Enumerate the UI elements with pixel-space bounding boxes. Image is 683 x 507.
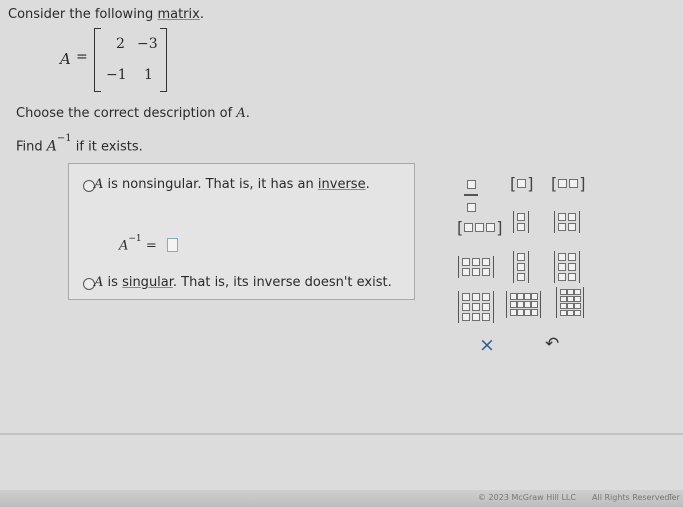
right-bracket xyxy=(160,28,167,92)
matrix-1x1-button[interactable]: [] xyxy=(510,173,534,193)
matrix-cell: 1 xyxy=(144,67,153,83)
inverse-var: A xyxy=(119,238,129,254)
matrix-cell: 2 xyxy=(116,36,125,52)
left-bracket xyxy=(94,28,101,92)
matrix-cell: −1 xyxy=(106,67,127,83)
undo-button[interactable]: ↶ xyxy=(545,334,559,354)
clear-button[interactable]: × xyxy=(479,334,495,356)
fraction-bar-icon xyxy=(464,194,478,196)
footer-bar: © 2023 McGraw Hill LLC All Rights Reserv… xyxy=(0,490,683,507)
inverse-expression: A−1 = xyxy=(119,234,157,254)
find-line: Find A−1 if it exists. xyxy=(16,133,143,155)
nonsingular-option[interactable]: A is nonsingular. That is, it has an inv… xyxy=(94,177,370,192)
nonsingular-var: A xyxy=(94,177,104,192)
singular-option[interactable]: A is singular. That is, its inverse does… xyxy=(94,275,392,290)
rights-text: All Rights Reserved xyxy=(592,493,670,502)
answer-panel: A is nonsingular. That is, it has an inv… xyxy=(68,163,415,300)
matrix-4x3-button[interactable] xyxy=(556,287,584,318)
matrix-2x2-button[interactable] xyxy=(554,211,580,233)
prompt-text: Consider the following xyxy=(8,7,154,22)
fraction-button[interactable] xyxy=(464,174,478,216)
terms-link[interactable]: Ter xyxy=(668,493,680,502)
inverse-link[interactable]: inverse xyxy=(318,177,366,192)
singular-pre: is xyxy=(103,275,118,290)
denominator-icon xyxy=(466,202,476,212)
prompt-end: . xyxy=(199,7,204,22)
find-exp: −1 xyxy=(56,133,72,144)
matrix-1x2-button[interactable]: [] xyxy=(551,173,586,193)
matrix-a: A = 2 −3 −1 1 xyxy=(60,28,180,92)
matrix-3x2-button[interactable] xyxy=(554,251,580,283)
matrix-3x1-button[interactable] xyxy=(513,251,529,283)
matrix-1x3-button[interactable]: [] xyxy=(457,217,503,237)
inverse-answer-input[interactable] xyxy=(167,238,178,252)
page-divider xyxy=(0,433,683,435)
matrix-2x1-button[interactable] xyxy=(513,211,529,233)
find-suffix: if it exists. xyxy=(75,139,143,155)
matrix-name: A xyxy=(60,50,71,68)
numerator-icon xyxy=(466,180,476,189)
matrix-3x4-button[interactable] xyxy=(506,291,541,318)
matrix-cell: −3 xyxy=(137,36,158,52)
find-prefix: Find xyxy=(16,139,43,155)
nonsingular-end: . xyxy=(365,177,370,192)
matrix-equals: = xyxy=(76,49,88,65)
singular-var: A xyxy=(94,275,104,290)
copyright-text: © 2023 McGraw Hill LLC xyxy=(478,493,576,502)
instruction-var: A xyxy=(236,106,246,121)
instruction-end: . xyxy=(245,106,250,121)
inverse-eq: = xyxy=(145,238,157,254)
singular-post: . That is, its inverse doesn't exist. xyxy=(172,275,392,290)
find-var: A xyxy=(46,138,57,155)
instruction: Choose the correct description of A. xyxy=(16,106,250,121)
matrix-3x3-button[interactable] xyxy=(458,291,494,323)
matrix-2x3-button[interactable] xyxy=(458,256,494,278)
matrix-link[interactable]: matrix xyxy=(157,7,199,22)
instruction-text: Choose the correct description of xyxy=(16,106,233,121)
nonsingular-text: is nonsingular. That is, it has an xyxy=(103,177,314,192)
inverse-exp: −1 xyxy=(128,234,142,244)
prompt-line: Consider the following matrix. xyxy=(8,7,204,22)
singular-link[interactable]: singular xyxy=(122,275,173,290)
